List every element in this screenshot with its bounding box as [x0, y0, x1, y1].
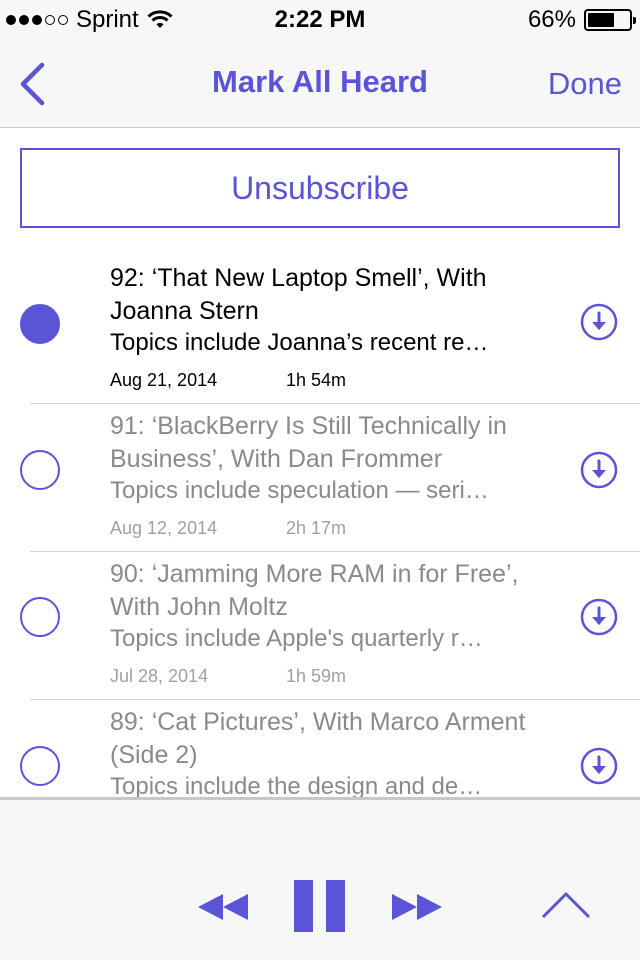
episode-title: 92: ‘That New Laptop Smell’, With Joanna…: [110, 264, 487, 325]
played-status-indicator[interactable]: [20, 450, 60, 490]
episode-description: Topics include speculation — seri…: [110, 477, 489, 504]
episode-duration: 1h 54m: [286, 370, 347, 390]
done-button[interactable]: Done: [548, 66, 622, 102]
episode-description: Topics include Joanna’s recent re…: [110, 329, 489, 356]
episode-date: Aug 21, 2014: [110, 370, 218, 390]
download-icon[interactable]: [580, 598, 618, 636]
episode-date: Aug 12, 2014: [110, 518, 218, 538]
episode-title: 90: ‘Jamming More RAM in for Free’, With…: [110, 560, 519, 621]
episode-row[interactable]: 89: ‘Cat Pictures’, With Marco Arment (S…: [0, 700, 640, 798]
episode-duration: 1h 59m: [286, 666, 347, 686]
rewind-icon[interactable]: [196, 892, 250, 922]
download-icon[interactable]: [580, 451, 618, 489]
episode-date: Jul 28, 2014: [110, 666, 209, 686]
battery-percent: 66%: [527, 6, 576, 33]
episode-row[interactable]: 91: ‘BlackBerry Is Still Technically in …: [0, 404, 640, 552]
played-status-indicator[interactable]: [20, 746, 60, 786]
episode-row[interactable]: 90: ‘Jamming More RAM in for Free’, With…: [0, 552, 640, 700]
status-right: 66%: [527, 6, 636, 34]
status-bar: Sprint 2:22 PM 66%: [0, 0, 640, 40]
episode-description: Topics include Apple's quarterly r…: [110, 625, 483, 652]
unsubscribe-button[interactable]: Unsubscribe: [20, 148, 620, 228]
battery-fill: [588, 13, 615, 27]
played-status-indicator[interactable]: [20, 304, 60, 344]
mark-all-heard-button[interactable]: Mark All Heard: [0, 64, 640, 100]
episode-row[interactable]: 92: ‘That New Laptop Smell’, With Joanna…: [0, 256, 640, 404]
chevron-up-icon[interactable]: [540, 890, 592, 920]
download-icon[interactable]: [580, 747, 618, 785]
battery-icon: [584, 9, 636, 31]
episode-duration: 2h 17m: [286, 518, 347, 538]
pause-icon[interactable]: [292, 878, 348, 934]
episode-list-container[interactable]: Unsubscribe 92: ‘That New Laptop Smell’,…: [0, 128, 640, 798]
played-status-indicator[interactable]: [20, 597, 60, 637]
player-bar: [0, 800, 640, 960]
episode-description: Topics include the design and de…: [110, 773, 483, 798]
download-icon[interactable]: [580, 303, 618, 341]
navigation-bar: Mark All Heard Done: [0, 40, 640, 128]
episode-title: 91: ‘BlackBerry Is Still Technically in …: [110, 412, 507, 473]
episode-title: 89: ‘Cat Pictures’, With Marco Arment (S…: [110, 708, 526, 769]
fast-forward-icon[interactable]: [390, 892, 444, 922]
